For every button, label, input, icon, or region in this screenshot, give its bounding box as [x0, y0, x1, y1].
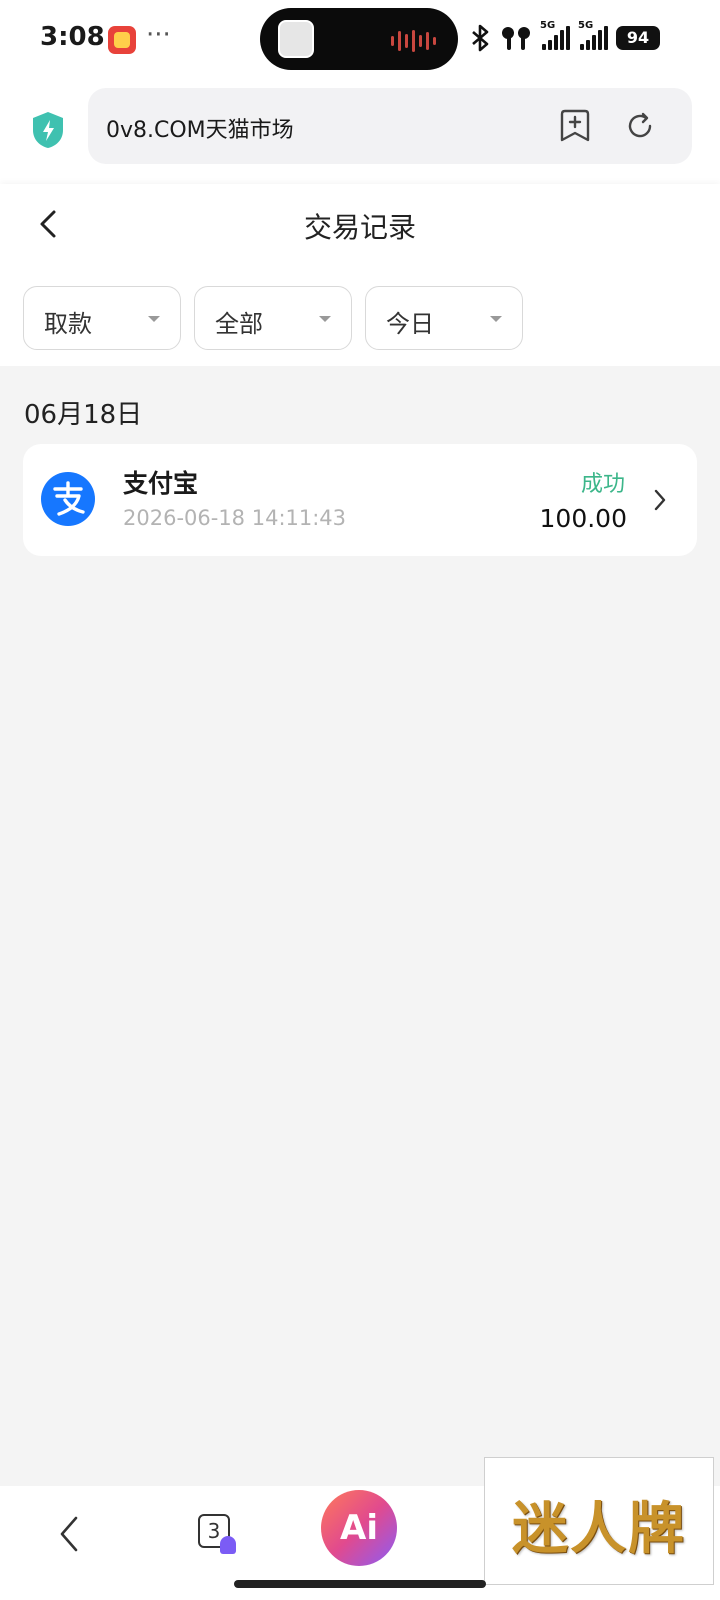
media-thumbnail — [278, 20, 314, 58]
browser-bar: 0v8.COM天猫市场 — [0, 80, 720, 184]
filter-bar: 取款 全部 今日 — [0, 266, 720, 366]
type-filter-dropdown[interactable]: 取款 — [23, 286, 181, 350]
watermark-text: 迷人牌 — [512, 1497, 686, 1562]
dynamic-island[interactable] — [260, 8, 458, 70]
security-shield-icon[interactable] — [30, 110, 66, 150]
record-amount: 100.00 — [539, 504, 627, 533]
audio-wave-icon — [391, 30, 436, 52]
date-section-header: 06月18日 — [24, 400, 143, 430]
bluetooth-icon — [472, 24, 489, 52]
refresh-icon[interactable] — [624, 110, 656, 142]
browser-back-icon[interactable] — [58, 1514, 82, 1554]
tabs-button[interactable]: 3 — [198, 1514, 236, 1554]
add-bookmark-icon[interactable] — [558, 108, 592, 144]
notification-app-icon — [108, 26, 136, 54]
battery-icon: 94 — [616, 26, 660, 50]
url-text[interactable]: 0v8.COM天猫市场 — [106, 112, 294, 144]
signal-icon-sim2: 5G — [578, 20, 608, 50]
status-time: 3:08 — [40, 22, 105, 52]
home-indicator[interactable] — [234, 1580, 486, 1588]
status-bar: 3:08 ··· 5G 5G 94 — [0, 0, 720, 80]
watermark-logo: 迷人牌 — [484, 1457, 714, 1585]
record-status: 成功 — [580, 472, 625, 497]
caret-down-icon — [490, 316, 502, 322]
incognito-ghost-icon — [220, 1536, 236, 1554]
earbuds-icon — [502, 27, 530, 50]
signal-icon-sim1: 5G — [540, 20, 570, 50]
transaction-record[interactable]: 支付宝 2026-06-18 14:11:43 成功 100.00 — [23, 444, 697, 556]
filter-label: 取款 — [44, 310, 92, 338]
alipay-icon — [41, 472, 95, 526]
status-filter-dropdown[interactable]: 全部 — [194, 286, 352, 350]
chevron-right-icon[interactable] — [653, 488, 667, 512]
caret-down-icon — [319, 316, 331, 322]
date-filter-dropdown[interactable]: 今日 — [365, 286, 523, 350]
caret-down-icon — [148, 316, 160, 322]
status-icons: 5G 5G 94 — [470, 20, 660, 56]
record-method: 支付宝 — [123, 469, 199, 498]
page-title: 交易记录 — [303, 211, 416, 244]
filter-label: 全部 — [215, 310, 263, 338]
ai-assistant-button[interactable]: Ai — [321, 1490, 397, 1566]
page-header: 交易记录 — [0, 184, 720, 266]
record-timestamp: 2026-06-18 14:11:43 — [123, 506, 347, 530]
more-notifications-icon: ··· — [146, 20, 171, 50]
filter-label: 今日 — [386, 310, 434, 338]
url-field[interactable]: 0v8.COM天猫市场 — [88, 88, 692, 164]
